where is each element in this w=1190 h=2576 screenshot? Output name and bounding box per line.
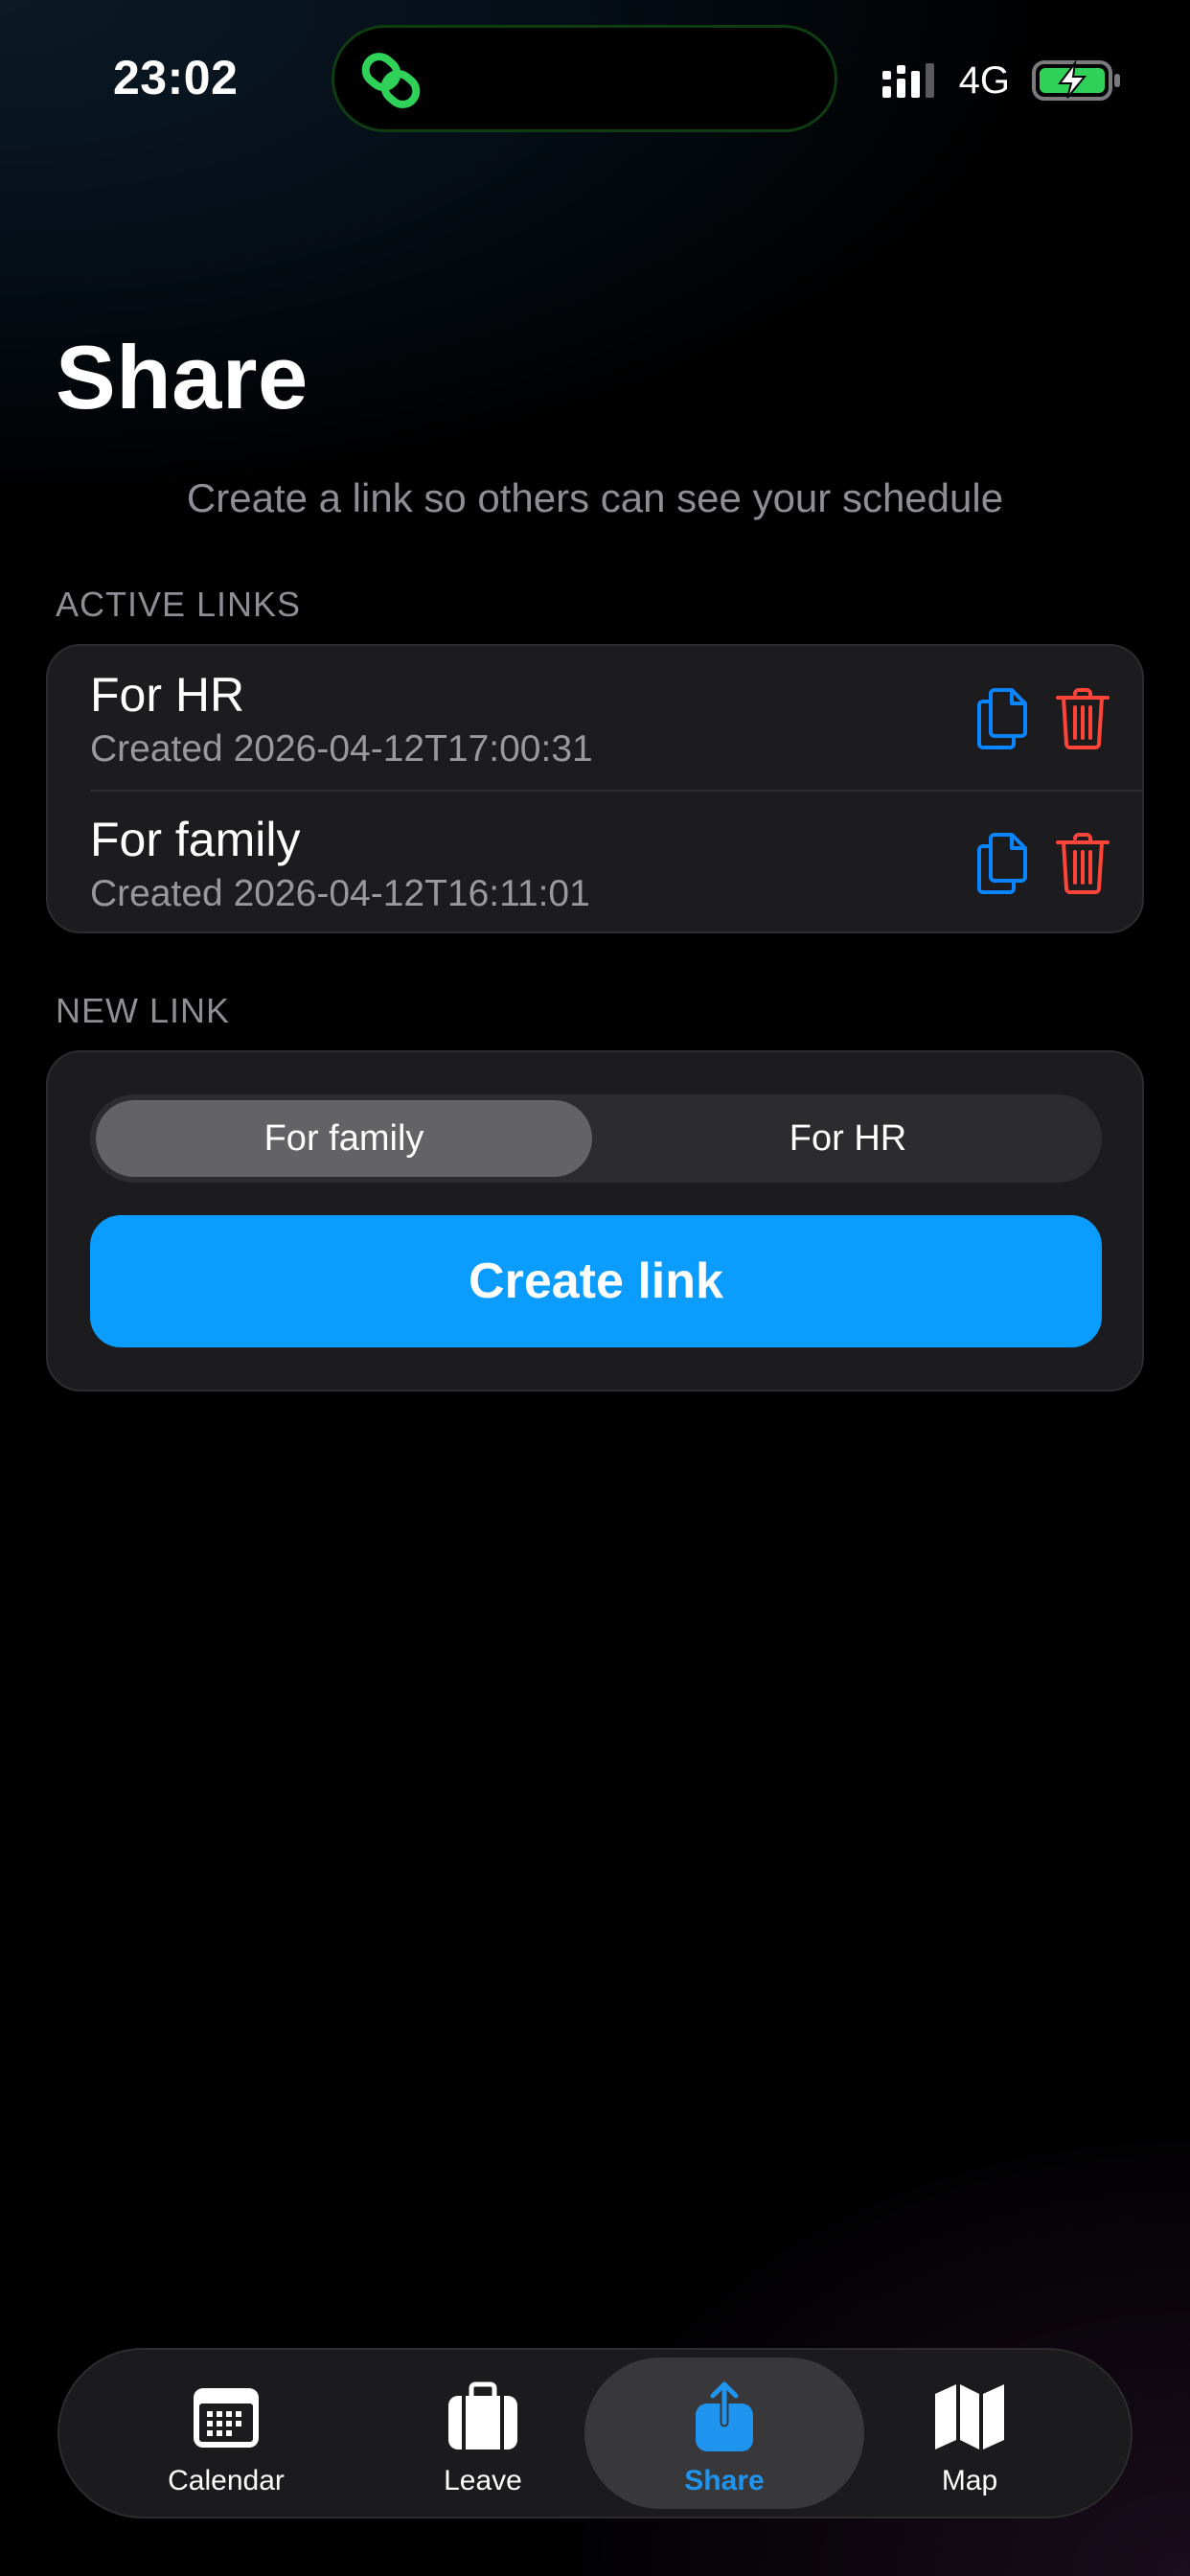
tab-calendar[interactable]: Calendar: [86, 2358, 366, 2509]
signal-icon: [881, 63, 934, 98]
tab-leave[interactable]: Leave: [343, 2358, 623, 2509]
copy-link-button[interactable]: [973, 686, 1035, 751]
tab-label: Share: [684, 2465, 765, 2496]
segment-for-hr[interactable]: For HR: [600, 1100, 1096, 1177]
battery-charging-icon: [1032, 59, 1120, 101]
share-icon: [696, 2380, 753, 2451]
copy-link-button[interactable]: [973, 831, 1035, 896]
status-time: 23:02: [113, 51, 239, 104]
new-link-card: For family For HR Create link: [46, 1050, 1144, 1392]
link-name: For HR: [90, 668, 245, 722]
page-subtitle: Create a link so others can see your sch…: [186, 475, 1004, 520]
status-indicators: 4G: [881, 59, 1123, 102]
tab-label: Leave: [444, 2465, 522, 2496]
segment-for-family[interactable]: For family: [96, 1100, 592, 1177]
map-icon: [935, 2384, 1004, 2450]
dynamic-island[interactable]: [332, 25, 837, 132]
link-icon: [361, 53, 421, 108]
page-title: Share: [56, 327, 309, 427]
active-links-card: For HR Created 2026-04-12T17:00:31 For f…: [46, 644, 1144, 933]
calendar-icon: [194, 2388, 259, 2448]
create-link-button[interactable]: Create link: [90, 1215, 1102, 1347]
link-name: For family: [90, 813, 301, 866]
share-screen: 23:02 4G Share Create a link so others c…: [0, 0, 1190, 2576]
link-created-date: Created 2026-04-12T16:11:01: [90, 873, 590, 914]
tab-share[interactable]: Share: [584, 2358, 864, 2509]
delete-link-button[interactable]: [1052, 686, 1113, 751]
new-link-label: NEW LINK: [56, 991, 231, 1030]
audience-segmented-control: For family For HR: [90, 1094, 1102, 1183]
active-link-row[interactable]: For family Created 2026-04-12T16:11:01: [48, 791, 1142, 934]
network-label: 4G: [958, 58, 1010, 102]
active-links-label: ACTIVE LINKS: [56, 585, 302, 624]
tab-label: Map: [941, 2465, 998, 2496]
briefcase-icon: [448, 2381, 517, 2450]
tab-bar: Calendar Leave Share Map: [57, 2348, 1133, 2518]
tab-label: Calendar: [168, 2465, 285, 2496]
link-created-date: Created 2026-04-12T17:00:31: [90, 728, 593, 770]
tab-map[interactable]: Map: [830, 2358, 1110, 2509]
delete-link-button[interactable]: [1052, 831, 1113, 896]
active-link-row[interactable]: For HR Created 2026-04-12T17:00:31: [48, 646, 1142, 790]
